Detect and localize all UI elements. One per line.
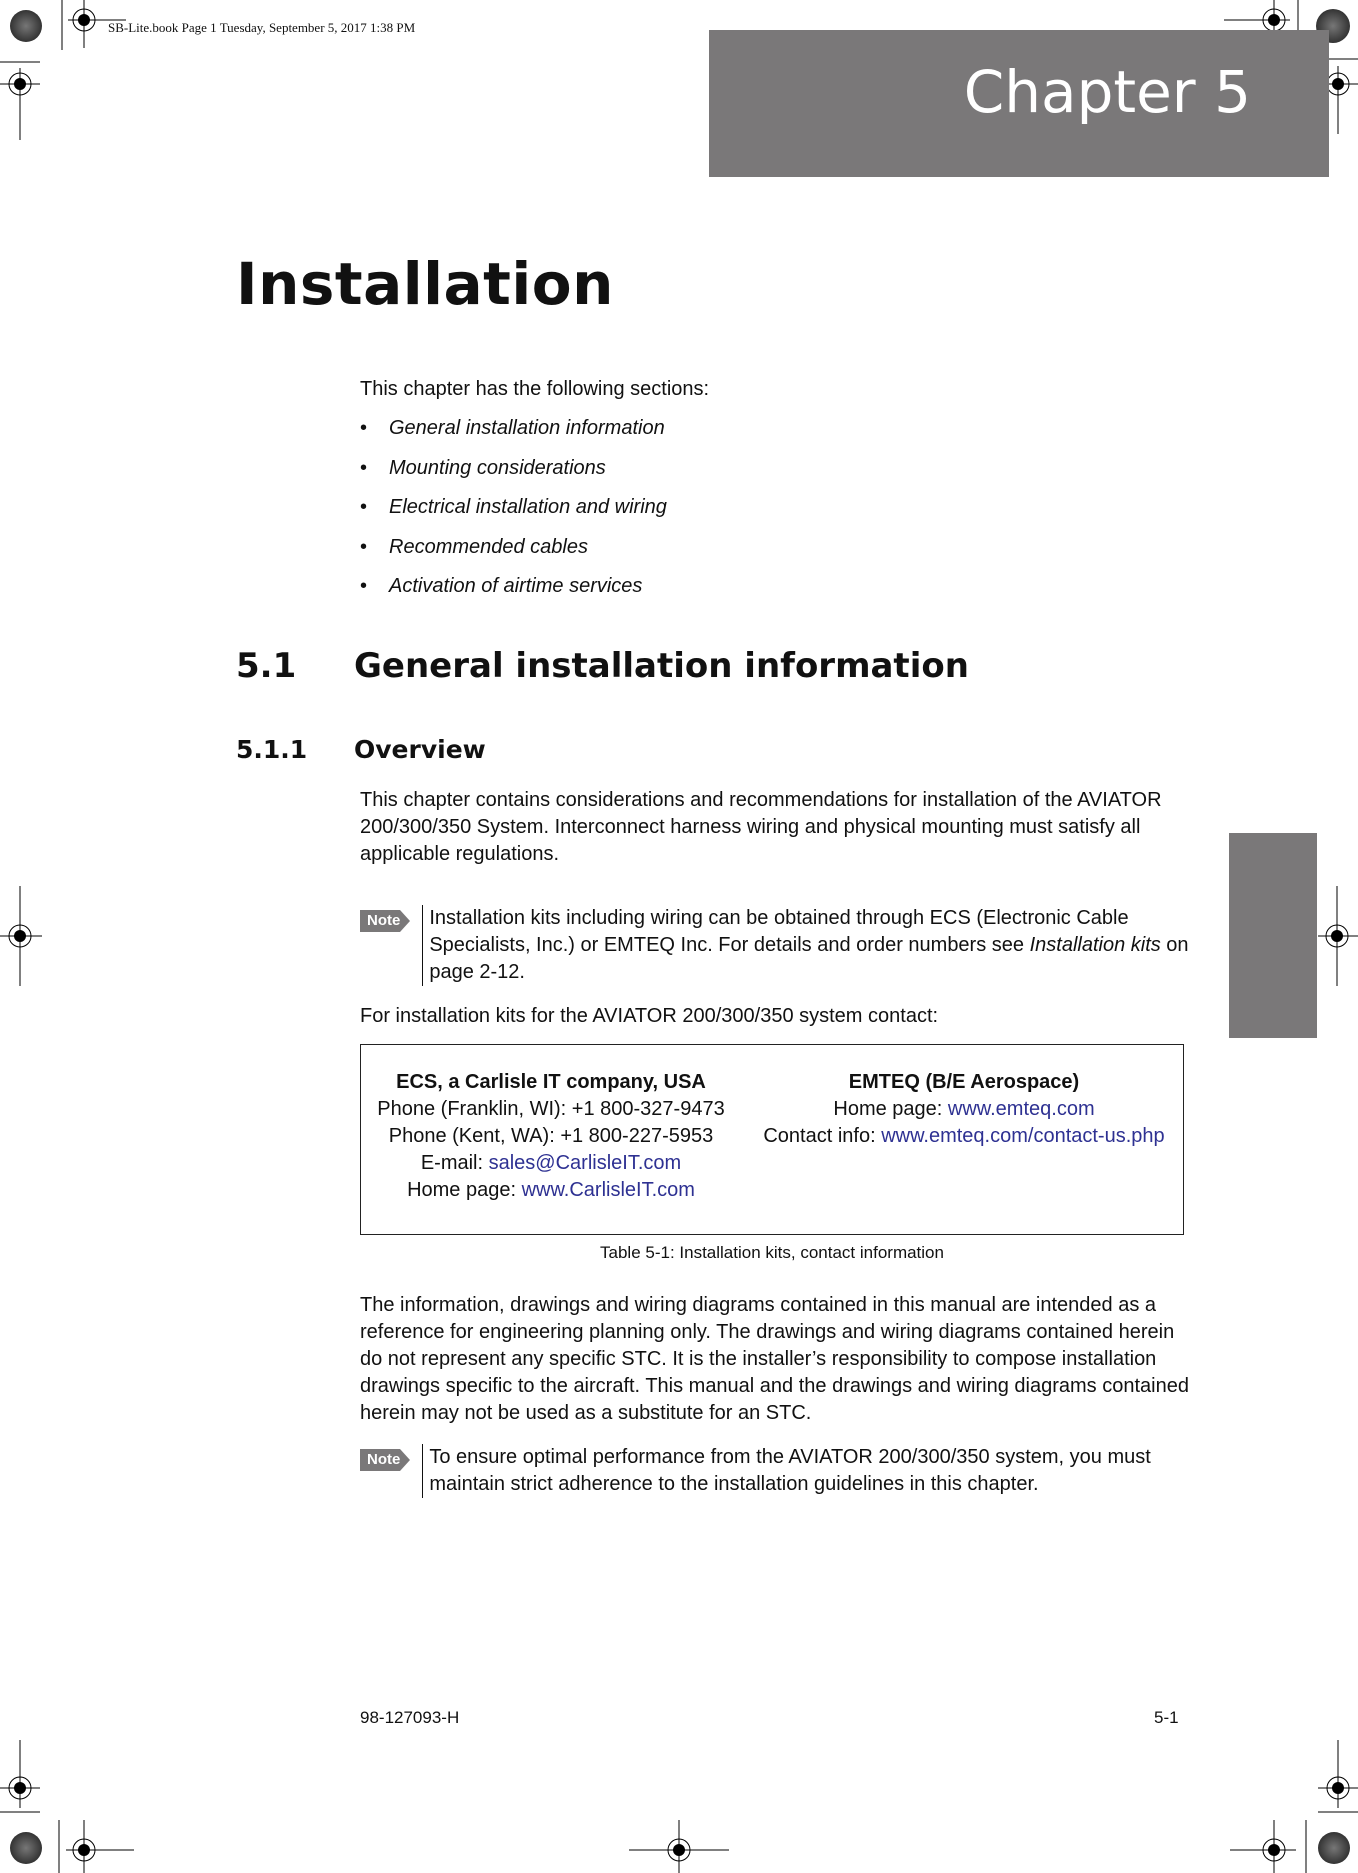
label: Home page: xyxy=(407,1179,522,1201)
page-number: 5-1 xyxy=(1154,1708,1179,1727)
bullet-icon: • xyxy=(360,496,368,518)
document-number: 98-127093-H xyxy=(360,1708,460,1727)
contact-row: Contact info: www.emteq.com/contact-us.p… xyxy=(749,1123,1179,1150)
label: E-mail: xyxy=(420,1152,489,1174)
cross-reference-link[interactable]: Installation kits xyxy=(1030,934,1161,956)
starburst-mark xyxy=(10,10,42,42)
note-text: Installation kits including wiring can b… xyxy=(422,905,1190,986)
section-number: 5.1 xyxy=(236,646,297,686)
starburst-mark xyxy=(10,1832,42,1864)
contact-table: ECS, a Carlisle IT company, USA Phone (F… xyxy=(360,1044,1184,1235)
section-link[interactable]: Electrical installation and wiring xyxy=(389,494,667,521)
list-item[interactable]: • Recommended cables xyxy=(360,534,667,574)
company-name: EMTEQ (B/E Aerospace) xyxy=(848,1071,1080,1093)
note-badge: Note xyxy=(360,910,411,932)
note-performance: Note To ensure optimal performance from … xyxy=(360,1444,1190,1498)
intro-text: This chapter has the following sections: xyxy=(360,378,710,400)
label: Contact info: xyxy=(763,1125,882,1147)
phone-kent: Phone (Kent, WA): +1 800-227-5953 xyxy=(371,1123,731,1150)
homepage-link[interactable]: www.emteq.com xyxy=(948,1098,1095,1120)
contact-intro: For installation kits for the AVIATOR 20… xyxy=(360,1005,939,1027)
chapter-label: Chapter 5 xyxy=(963,58,1251,126)
bullet-icon: • xyxy=(360,417,368,439)
note-installation-kits: Note Installation kits including wiring … xyxy=(360,905,1190,986)
table-caption: Table 5-1: Installation kits, contact in… xyxy=(600,1243,944,1262)
homepage-row: Home page: www.emteq.com xyxy=(749,1096,1179,1123)
subsection-heading: 5.1.1 Overview xyxy=(236,735,486,764)
note-badge: Note xyxy=(360,1449,411,1471)
note-text: To ensure optimal performance from the A… xyxy=(422,1444,1190,1498)
chapter-side-tab xyxy=(1229,833,1317,1038)
phone-value: +1 800-327-9473 xyxy=(571,1098,725,1120)
homepage-row: Home page: www.CarlisleIT.com xyxy=(371,1177,731,1204)
section-list: • General installation information • Mount… xyxy=(360,415,667,613)
bullet-icon: • xyxy=(360,575,368,597)
section-link[interactable]: Activation of airtime services xyxy=(389,573,642,600)
section-heading: 5.1 General installation information xyxy=(236,646,969,686)
label: Phone (Kent, WA): xyxy=(388,1125,561,1147)
disclaimer-paragraph: The information, drawings and wiring dia… xyxy=(360,1294,1189,1424)
homepage-link[interactable]: www.CarlisleIT.com xyxy=(522,1179,695,1201)
bullet-icon: • xyxy=(360,535,368,558)
subsection-title: Overview xyxy=(354,735,486,764)
contact-link[interactable]: www.emteq.com/contact-us.php xyxy=(881,1125,1164,1147)
list-item[interactable]: • Mounting considerations xyxy=(360,455,667,495)
list-item[interactable]: • Activation of airtime services xyxy=(360,573,667,613)
subsection-number: 5.1.1 xyxy=(236,735,308,764)
email-row: E-mail: sales@CarlisleIT.com xyxy=(371,1150,731,1177)
list-item[interactable]: • General installation information xyxy=(360,415,667,455)
print-slug: SB-Lite.book Page 1 Tuesday, September 5… xyxy=(108,20,416,35)
phone-franklin: Phone (Franklin, WI): +1 800-327-9473 xyxy=(371,1096,731,1123)
note-text-part: Installation kits including wiring can b… xyxy=(429,907,1129,956)
company-name: ECS, a Carlisle IT company, USA xyxy=(396,1071,706,1093)
page-title: Installation xyxy=(236,250,614,318)
contact-ecs: ECS, a Carlisle IT company, USA Phone (F… xyxy=(371,1069,731,1204)
label: Home page: xyxy=(833,1098,948,1120)
contact-emteq: EMTEQ (B/E Aerospace) Home page: www.emt… xyxy=(749,1069,1179,1150)
email-link[interactable]: sales@CarlisleIT.com xyxy=(489,1152,682,1174)
label: Phone (Franklin, WI): xyxy=(377,1098,572,1120)
overview-paragraph: This chapter contains considerations and… xyxy=(360,789,1162,865)
bullet-icon: • xyxy=(360,456,368,479)
section-link[interactable]: Mounting considerations xyxy=(389,455,606,482)
section-link[interactable]: Recommended cables xyxy=(389,534,588,561)
chapter-banner: Chapter 5 xyxy=(709,30,1329,177)
section-title: General installation information xyxy=(354,646,969,686)
list-item[interactable]: • Electrical installation and wiring xyxy=(360,494,667,534)
section-link[interactable]: General installation information xyxy=(389,415,665,442)
phone-value: +1 800-227-5953 xyxy=(560,1125,714,1147)
starburst-mark xyxy=(1318,1832,1350,1864)
